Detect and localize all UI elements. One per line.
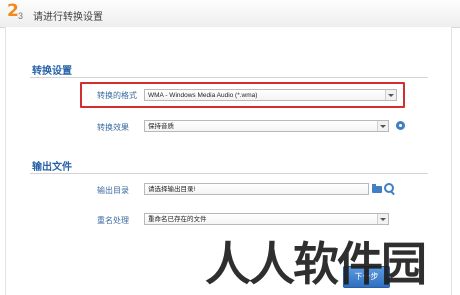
wizard-header: 2 3 请进行转换设置 — [0, 0, 460, 28]
chevron-down-icon[interactable] — [377, 214, 388, 224]
folder-icon[interactable] — [372, 184, 382, 193]
duplicate-select[interactable]: 重命名已存在的文件 — [144, 213, 389, 225]
step-total: 3 — [18, 11, 24, 21]
conversion-settings-title: 转换设置 — [32, 66, 72, 77]
search-icon[interactable] — [384, 183, 394, 193]
chevron-down-icon[interactable] — [385, 90, 396, 100]
output-dir-value: 请选择输出目录! — [148, 186, 196, 193]
duplicate-label: 重名处理 — [97, 216, 129, 225]
gear-icon[interactable] — [396, 121, 405, 130]
effect-value: 保持音质 — [148, 123, 174, 130]
page-title: 请进行转换设置 — [33, 12, 103, 23]
output-file-title: 输出文件 — [32, 162, 72, 173]
effect-select[interactable]: 保持音质 — [144, 120, 389, 132]
watermark-logo: 人人软件园 — [205, 237, 427, 291]
section-divider — [30, 173, 428, 174]
chevron-down-icon[interactable] — [377, 121, 388, 131]
duplicate-value: 重命名已存在的文件 — [148, 216, 207, 223]
effect-label: 转换效果 — [97, 123, 129, 132]
output-dir-label: 输出目录 — [97, 186, 129, 195]
section-divider — [30, 77, 428, 78]
format-value: WMA - Windows Media Audio (*.wma) — [148, 92, 258, 99]
format-select[interactable]: WMA - Windows Media Audio (*.wma) — [144, 89, 397, 101]
output-dir-input[interactable]: 请选择输出目录! — [144, 183, 369, 195]
step-indicator: 2 3 — [7, 1, 23, 21]
format-label: 转换的格式 — [97, 91, 137, 100]
